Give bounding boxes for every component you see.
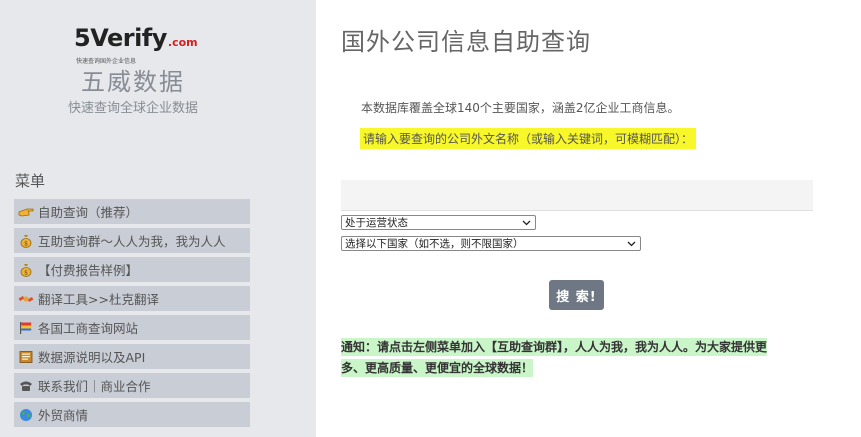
sidebar-item-translation-tool[interactable]: 翻译工具>>杜克翻译	[14, 286, 250, 311]
sidebar-item-trade-news[interactable]: 外贸商情	[14, 402, 250, 427]
pointing-hand-icon	[18, 205, 34, 219]
book-icon	[18, 350, 34, 364]
sidebar-item-label: 外贸商情	[38, 408, 89, 423]
notice: 通知：请点击左侧菜单加入【互助查询群】，人人为我，我为人人。为大家提供更 多、更…	[341, 337, 816, 379]
logo-dotcom: .com	[167, 36, 198, 49]
sidebar-item-label: 数据源说明以及API	[38, 350, 146, 365]
sidebar-menu: 自助查询（推荐） $ 互助查询群～人人为我，我为人人 $ 【付费报告样例】 翻译…	[14, 199, 250, 431]
sidebar: 5Verify.com 快速查询国外企业信息 五威数据 快速查询全球企业数据 菜…	[0, 0, 316, 437]
status-select[interactable]: 处于运营状态	[341, 215, 536, 230]
search-button[interactable]: 搜 索!	[549, 280, 604, 310]
brand-subtitle: 快速查询全球企业数据	[67, 101, 198, 116]
page: 5Verify.com 快速查询国外企业信息 五威数据 快速查询全球企业数据 菜…	[0, 0, 861, 437]
sidebar-item-label: 翻译工具>>杜克翻译	[38, 292, 159, 307]
money-bag-icon: $	[18, 234, 34, 248]
svg-text:$: $	[24, 240, 28, 247]
search-hint: 请输入要查询的公司外文名称（或输入关键词，可模糊匹配）：	[360, 128, 697, 149]
sidebar-item-registry-sites[interactable]: 各国工商查询网站	[14, 315, 250, 340]
sidebar-item-mutual-group[interactable]: $ 互助查询群～人人为我，我为人人	[14, 228, 250, 253]
brand-name: 五威数据	[81, 68, 185, 96]
flag-icon	[18, 321, 34, 335]
sidebar-item-label: 各国工商查询网站	[38, 321, 139, 336]
page-title: 国外公司信息自助查询	[341, 28, 591, 56]
logo-five: 5	[74, 24, 91, 52]
sidebar-item-label: 自助查询（推荐）	[38, 205, 139, 220]
satellite-icon	[18, 292, 34, 306]
logo[interactable]: 5Verify.com 快速查询国外企业信息	[74, 26, 204, 65]
country-select-value: 选择以下国家（如不选，则不限国家）	[345, 238, 524, 250]
main-content: 国外公司信息自助查询 本数据库覆盖全球140个主要国家，涵盖2亿企业工商信息。 …	[316, 0, 861, 437]
company-name-input[interactable]	[341, 180, 813, 211]
sidebar-item-label: 互助查询群～人人为我，我为人人	[38, 234, 226, 249]
logo-wordmark: 5Verify.com	[74, 26, 204, 55]
sidebar-item-contact-us[interactable]: 联系我们｜商业合作	[14, 373, 250, 398]
country-select[interactable]: 选择以下国家（如不选，则不限国家）	[341, 236, 641, 251]
svg-text:$: $	[24, 269, 28, 276]
status-select-value: 处于运营状态	[345, 217, 408, 229]
sidebar-item-data-source-api[interactable]: 数据源说明以及API	[14, 344, 250, 369]
chevron-down-icon	[627, 239, 636, 248]
logo-verify: Verify	[90, 24, 167, 52]
sidebar-item-self-search[interactable]: 自助查询（推荐）	[14, 199, 250, 224]
globe-icon	[18, 408, 34, 422]
sidebar-item-paid-report-sample[interactable]: $ 【付费报告样例】	[14, 257, 250, 282]
notice-line-1: 通知：请点击左侧菜单加入【互助查询群】，人人为我，我为人人。为大家提供更	[341, 338, 768, 356]
money-bag-icon: $	[18, 263, 34, 277]
notice-line-2: 多、更高质量、更便宜的全球数据！	[341, 359, 534, 377]
telephone-icon	[18, 379, 34, 393]
menu-title: 菜单	[15, 172, 46, 190]
chevron-down-icon	[522, 218, 531, 227]
sidebar-item-label: 【付费报告样例】	[38, 263, 139, 278]
sidebar-item-label: 联系我们｜商业合作	[38, 379, 151, 394]
intro-text: 本数据库覆盖全球140个主要国家，涵盖2亿企业工商信息。	[361, 101, 680, 115]
